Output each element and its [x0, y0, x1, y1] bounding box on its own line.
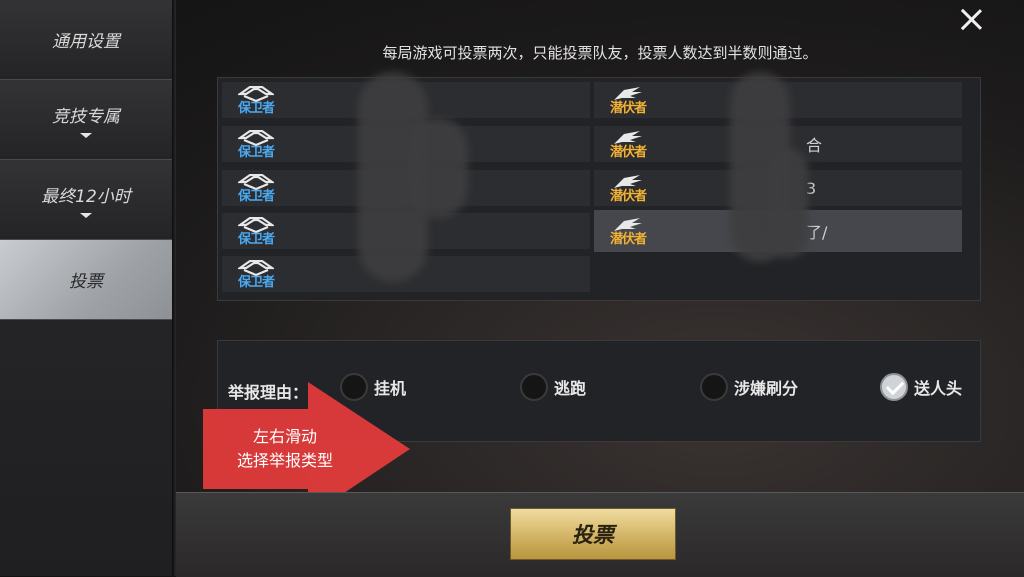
defender-badge: 保卫者 [228, 126, 284, 162]
close-icon[interactable] [956, 4, 986, 34]
chevron-down-icon [80, 212, 92, 218]
defender-badge: 保卫者 [228, 170, 284, 206]
defender-emblem-icon [238, 173, 274, 190]
lurker-badge: 潜伏者 [600, 213, 656, 249]
player-list-panel: 保卫者 保卫者 保卫者 保卫者 保卫者 潜伏者 潜伏者 合 潜伏者 3 潜伏者 … [217, 72, 981, 301]
sidebar-item-final-12-hours[interactable]: 最终12小时 [0, 160, 172, 240]
lurker-badge: 潜伏者 [600, 170, 656, 206]
defender-emblem-icon [238, 85, 274, 102]
defender-badge: 保卫者 [228, 82, 284, 118]
defender-emblem-icon [238, 129, 274, 146]
privacy-blur [408, 118, 468, 218]
defender-badge: 保卫者 [228, 213, 284, 249]
chevron-down-icon [80, 132, 92, 138]
lurker-badge: 潜伏者 [600, 126, 656, 162]
sidebar-item-vote[interactable]: 投票 [0, 240, 172, 320]
radio-escape[interactable] [520, 373, 548, 401]
radio-score-farming[interactable] [700, 373, 728, 401]
player-name: 合 [806, 136, 823, 155]
lurker-emblem-icon [614, 217, 642, 231]
reason-score-farming[interactable]: 涉嫌刷分 [700, 373, 798, 401]
defender-badge: 保卫者 [228, 256, 284, 292]
lurker-emblem-icon [614, 174, 642, 188]
vote-rules-notice: 每局游戏可投票两次，只能投票队友，投票人数达到半数则通过。 [382, 44, 818, 62]
lurker-badge: 潜伏者 [600, 82, 656, 118]
sidebar-item-label: 竞技专属 [52, 106, 120, 127]
sidebar-item-label: 最终12小时 [41, 186, 131, 207]
lurker-emblem-icon [614, 130, 642, 144]
defender-emblem-icon [238, 216, 274, 233]
sidebar-item-label: 投票 [69, 272, 103, 292]
sidebar: 通用设置 竞技专属 最终12小时 投票 [0, 0, 172, 576]
sidebar-divider [172, 0, 176, 576]
privacy-blur [768, 148, 808, 258]
sidebar-item-label: 通用设置 [52, 32, 120, 52]
hint-text: 左右滑动 选择举报类型 [236, 427, 333, 470]
sidebar-item-competitive[interactable]: 竞技专属 [0, 80, 172, 160]
defender-emblem-icon [238, 259, 274, 276]
lurker-emblem-icon [614, 86, 642, 100]
reason-escape[interactable]: 逃跑 [520, 373, 586, 401]
reason-feeding[interactable]: 送人头 [880, 373, 962, 401]
sidebar-item-general-settings[interactable]: 通用设置 [0, 0, 172, 80]
radio-feeding-checked[interactable] [880, 373, 908, 401]
vote-button[interactable]: 投票 [510, 508, 676, 560]
player-name: 了/ [806, 223, 828, 242]
